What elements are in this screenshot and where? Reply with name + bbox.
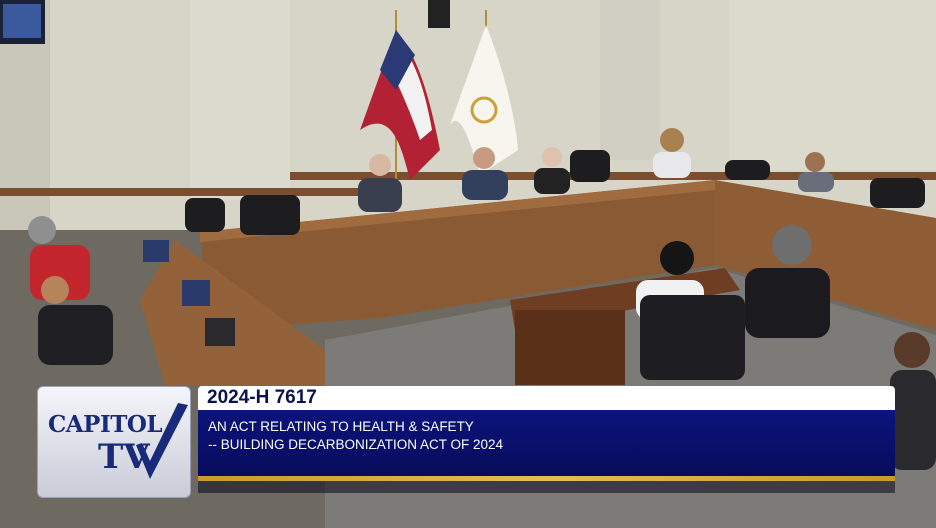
logo-tv-text: TV (98, 437, 150, 477)
bill-number: 2024-H 7617 (207, 387, 317, 408)
lower-third-caption: 2024-H 7617 AN ACT RELATING TO HEALTH & … (198, 386, 895, 498)
bill-title-line2: -- BUILDING DECARBONIZATION ACT OF 2024 (208, 437, 504, 452)
logo-capitol-text: CAPITOL (48, 411, 163, 438)
bill-number-bar: 2024-H 7617 (198, 386, 895, 410)
capitol-tv-logo: CAPITOL TV (37, 386, 191, 498)
caption-shadow (198, 481, 895, 493)
bill-title-line1: AN ACT RELATING TO HEALTH & SAFETY (208, 419, 474, 434)
bill-title-bar: AN ACT RELATING TO HEALTH & SAFETY -- BU… (198, 410, 895, 476)
ceiling-camera (428, 0, 450, 28)
